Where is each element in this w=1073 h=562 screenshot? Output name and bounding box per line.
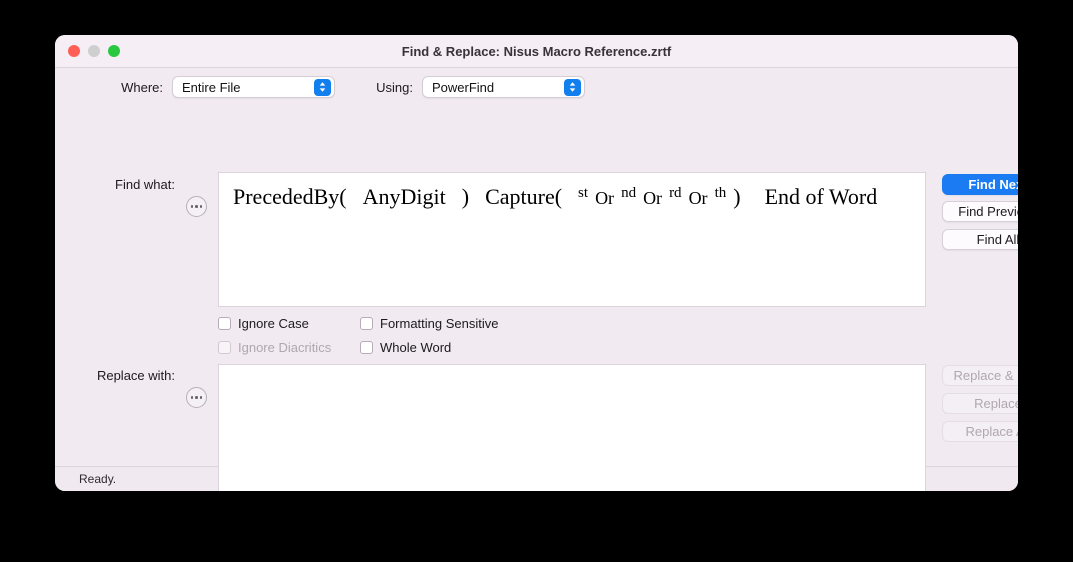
find-token: AnyDigit bbox=[362, 184, 446, 209]
dot bbox=[199, 396, 203, 399]
chevron-updown-icon bbox=[314, 78, 331, 96]
window-titlebar[interactable]: Find & Replace: Nisus Macro Reference.zr… bbox=[55, 35, 1018, 68]
checkbox-label: Ignore Diacritics bbox=[238, 340, 332, 355]
where-dropdown[interactable]: Entire File bbox=[172, 76, 335, 98]
scope-toolbar: Where: Entire File Using: PowerFind bbox=[55, 68, 1018, 106]
where-label: Where: bbox=[121, 79, 163, 95]
find-token: Or bbox=[595, 188, 615, 208]
checkbox-box[interactable] bbox=[360, 317, 373, 330]
checkbox-whole-word[interactable]: Whole Word bbox=[360, 340, 451, 355]
checkbox-label: Ignore Case bbox=[238, 316, 309, 331]
dot bbox=[195, 396, 198, 399]
button-label: Find Previous bbox=[958, 204, 1018, 219]
find-what-expression: PrecededBy(AnyDigit) Capture(st Or nd Or rd Or… bbox=[219, 173, 925, 211]
dot bbox=[199, 205, 203, 208]
replace-all-button[interactable]: Replace All bbox=[942, 421, 1018, 442]
checkbox-box bbox=[218, 341, 231, 354]
checkbox-box[interactable] bbox=[218, 317, 231, 330]
replace-options-ellipsis-icon[interactable] bbox=[186, 387, 207, 408]
traffic-lights bbox=[68, 45, 120, 57]
replace-with-label: Replace with: bbox=[96, 368, 175, 383]
find-next-button[interactable]: Find Next bbox=[942, 174, 1018, 195]
where-dropdown-value: Entire File bbox=[182, 79, 241, 95]
checkbox-label: Formatting Sensitive bbox=[380, 316, 499, 331]
button-label: Replace bbox=[974, 396, 1018, 411]
replace-button[interactable]: Replace bbox=[942, 393, 1018, 414]
checkbox-ignore-diacritics: Ignore Diacritics bbox=[218, 340, 331, 355]
find-what-input[interactable]: PrecededBy(AnyDigit) Capture(st Or nd Or rd Or… bbox=[218, 172, 926, 307]
checkbox-box[interactable] bbox=[360, 341, 373, 354]
checkbox-ignore-case[interactable]: Ignore Case bbox=[218, 316, 309, 331]
using-label: Using: bbox=[376, 79, 413, 95]
dot bbox=[195, 205, 198, 208]
replace-with-input[interactable] bbox=[218, 364, 926, 491]
minimize-button[interactable] bbox=[88, 45, 100, 57]
zoom-button[interactable] bbox=[108, 45, 120, 57]
checkbox-formatting-sensitive[interactable]: Formatting Sensitive bbox=[360, 316, 499, 331]
close-button[interactable] bbox=[68, 45, 80, 57]
find-token: ) bbox=[733, 184, 741, 209]
find-token: nd bbox=[621, 185, 637, 201]
find-all-button[interactable]: Find All bbox=[942, 229, 1018, 250]
find-token: rd bbox=[669, 185, 682, 201]
find-token: Or bbox=[643, 188, 663, 208]
button-label: Find All bbox=[976, 232, 1018, 247]
button-label: Find Next bbox=[968, 177, 1018, 192]
using-dropdown-value: PowerFind bbox=[432, 79, 495, 95]
replace-and-find-button[interactable]: Replace & Find bbox=[942, 365, 1018, 386]
dot bbox=[190, 205, 194, 208]
button-label: Replace All bbox=[965, 424, 1018, 439]
find-token: PrecededBy( bbox=[233, 184, 347, 209]
find-what-label: Find what: bbox=[115, 177, 175, 192]
find-token: End of Word bbox=[764, 184, 878, 209]
button-label: Replace & Find bbox=[953, 368, 1018, 383]
using-dropdown[interactable]: PowerFind bbox=[422, 76, 585, 98]
find-token: th bbox=[714, 185, 727, 201]
find-options-ellipsis-icon[interactable] bbox=[186, 196, 207, 217]
window-title: Find & Replace: Nisus Macro Reference.zr… bbox=[401, 43, 672, 59]
checkbox-label: Whole Word bbox=[380, 340, 452, 355]
find-token: Capture( bbox=[485, 184, 563, 209]
find-token: Or bbox=[688, 188, 708, 208]
dialog-body: Where: Entire File Using: PowerFind Find… bbox=[55, 68, 1018, 491]
find-previous-button[interactable]: Find Previous bbox=[942, 201, 1018, 222]
find-token: st bbox=[578, 185, 589, 201]
find-token: ) bbox=[461, 184, 470, 209]
status-text: Ready. bbox=[79, 472, 117, 486]
find-replace-window: Find & Replace: Nisus Macro Reference.zr… bbox=[55, 35, 1018, 491]
chevron-updown-icon bbox=[564, 78, 581, 96]
dot bbox=[190, 396, 194, 399]
